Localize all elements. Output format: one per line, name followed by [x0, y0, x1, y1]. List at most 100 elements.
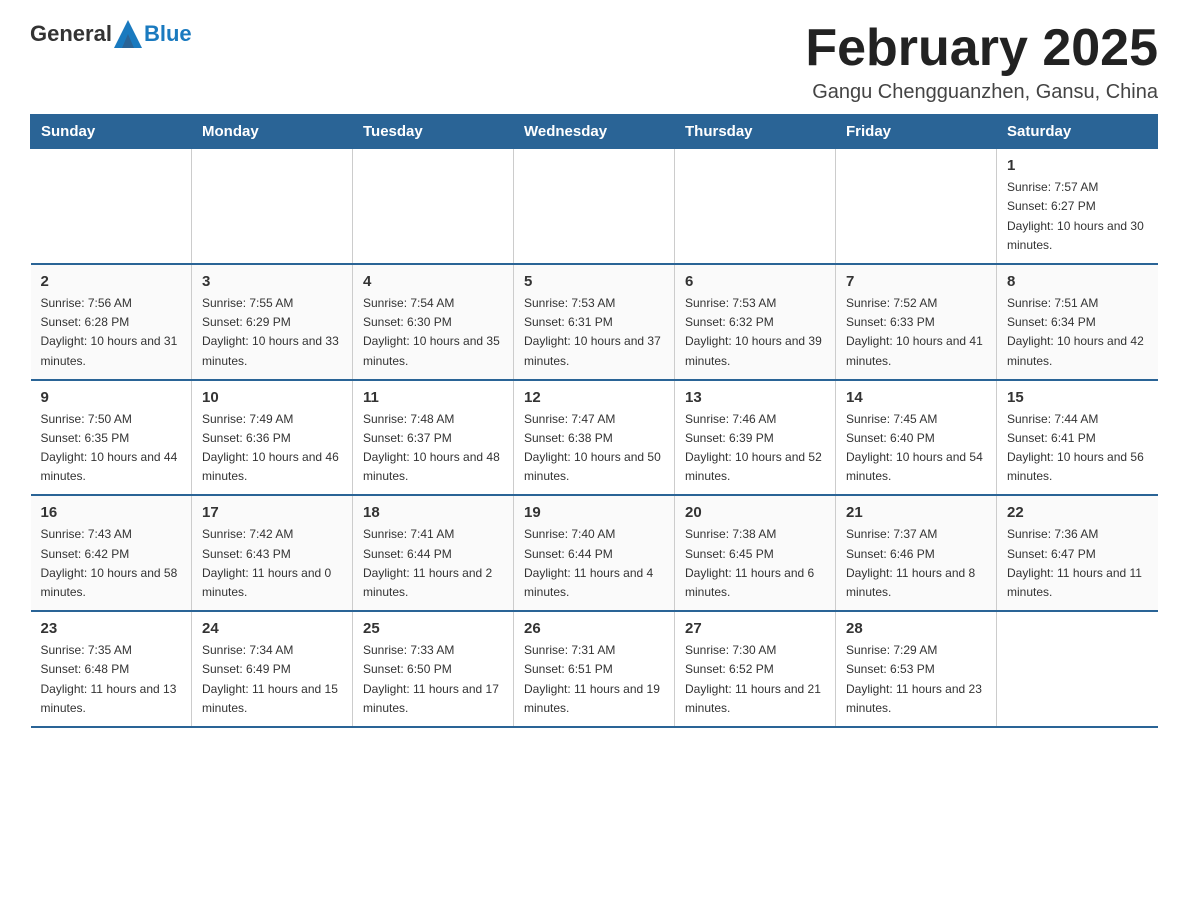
calendar-header-row: Sunday Monday Tuesday Wednesday Thursday…: [31, 115, 1158, 149]
day-info: Sunrise: 7:53 AMSunset: 6:32 PMDaylight:…: [685, 294, 825, 371]
title-block: February 2025 Gangu Chengguanzhen, Gansu…: [805, 20, 1158, 104]
day-number: 7: [846, 273, 986, 290]
calendar-cell: 14 Sunrise: 7:45 AMSunset: 6:40 PMDayligh…: [836, 380, 997, 496]
calendar-cell: 9Sunrise: 7:50 AMSunset: 6:35 PMDaylight…: [31, 380, 192, 496]
day-number: 17: [202, 504, 342, 521]
logo: General Blue: [30, 20, 192, 48]
header-tuesday: Tuesday: [353, 115, 514, 149]
day-info: Sunrise: 7:44 AMSunset: 6:41 PMDaylight:…: [1007, 410, 1148, 487]
day-number: 8: [1007, 273, 1148, 290]
calendar-cell: [353, 149, 514, 264]
calendar-cell: [997, 611, 1158, 727]
week-row-5: 23 Sunrise: 7:35 AMSunset: 6:48 PMDayligh…: [31, 611, 1158, 727]
day-info: Sunrise: 7:53 AMSunset: 6:31 PMDaylight:…: [524, 294, 664, 371]
header-wednesday: Wednesday: [514, 115, 675, 149]
day-info: Sunrise: 7:54 AMSunset: 6:30 PMDaylight:…: [363, 294, 503, 371]
calendar-cell: 22 Sunrise: 7:36 AMSunset: 6:47 PMDayligh…: [997, 495, 1158, 611]
day-info: Sunrise: 7:56 AMSunset: 6:28 PMDaylight:…: [41, 294, 182, 371]
calendar-cell: 1 Sunrise: 7:57 AMSunset: 6:27 PMDaylight…: [997, 149, 1158, 264]
day-number: 15: [1007, 389, 1148, 406]
day-info: Sunrise: 7:30 AMSunset: 6:52 PMDaylight:…: [685, 641, 825, 718]
header-thursday: Thursday: [675, 115, 836, 149]
header-friday: Friday: [836, 115, 997, 149]
day-number: 13: [685, 389, 825, 406]
week-row-3: 9Sunrise: 7:50 AMSunset: 6:35 PMDaylight…: [31, 380, 1158, 496]
calendar-cell: [836, 149, 997, 264]
day-number: 20: [685, 504, 825, 521]
day-info: Sunrise: 7:52 AMSunset: 6:33 PMDaylight:…: [846, 294, 986, 371]
day-number: 27: [685, 620, 825, 637]
day-info: Sunrise: 7:36 AMSunset: 6:47 PMDaylight:…: [1007, 525, 1148, 602]
calendar-cell: 28Sunrise: 7:29 AMSunset: 6:53 PMDayligh…: [836, 611, 997, 727]
week-row-2: 2 Sunrise: 7:56 AMSunset: 6:28 PMDaylight…: [31, 264, 1158, 380]
day-info: Sunrise: 7:37 AMSunset: 6:46 PMDaylight:…: [846, 525, 986, 602]
day-info: Sunrise: 7:33 AMSunset: 6:50 PMDaylight:…: [363, 641, 503, 718]
calendar-cell: 4 Sunrise: 7:54 AMSunset: 6:30 PMDaylight…: [353, 264, 514, 380]
logo-general-text: General: [30, 21, 112, 47]
calendar-cell: 23 Sunrise: 7:35 AMSunset: 6:48 PMDayligh…: [31, 611, 192, 727]
logo-blue-text: Blue: [144, 21, 192, 47]
day-number: 23: [41, 620, 182, 637]
day-info: Sunrise: 7:41 AMSunset: 6:44 PMDaylight:…: [363, 525, 503, 602]
day-info: Sunrise: 7:35 AMSunset: 6:48 PMDaylight:…: [41, 641, 182, 718]
day-number: 4: [363, 273, 503, 290]
day-info: Sunrise: 7:34 AMSunset: 6:49 PMDaylight:…: [202, 641, 342, 718]
calendar-cell: 6 Sunrise: 7:53 AMSunset: 6:32 PMDaylight…: [675, 264, 836, 380]
calendar-cell: 26 Sunrise: 7:31 AMSunset: 6:51 PMDayligh…: [514, 611, 675, 727]
header-saturday: Saturday: [997, 115, 1158, 149]
day-number: 18: [363, 504, 503, 521]
day-number: 5: [524, 273, 664, 290]
day-info: Sunrise: 7:48 AMSunset: 6:37 PMDaylight:…: [363, 410, 503, 487]
header-sunday: Sunday: [31, 115, 192, 149]
day-info: Sunrise: 7:51 AMSunset: 6:34 PMDaylight:…: [1007, 294, 1148, 371]
calendar-cell: [31, 149, 192, 264]
calendar-cell: 18 Sunrise: 7:41 AMSunset: 6:44 PMDayligh…: [353, 495, 514, 611]
page-header: General Blue February 2025 Gangu Chenggu…: [30, 20, 1158, 104]
day-number: 26: [524, 620, 664, 637]
calendar-cell: 21 Sunrise: 7:37 AMSunset: 6:46 PMDayligh…: [836, 495, 997, 611]
location-subtitle: Gangu Chengguanzhen, Gansu, China: [805, 81, 1158, 104]
calendar-cell: 24 Sunrise: 7:34 AMSunset: 6:49 PMDayligh…: [192, 611, 353, 727]
calendar-cell: 7 Sunrise: 7:52 AMSunset: 6:33 PMDaylight…: [836, 264, 997, 380]
day-number: 16: [41, 504, 182, 521]
day-info: Sunrise: 7:55 AMSunset: 6:29 PMDaylight:…: [202, 294, 342, 371]
day-info: Sunrise: 7:47 AMSunset: 6:38 PMDaylight:…: [524, 410, 664, 487]
day-info: Sunrise: 7:49 AMSunset: 6:36 PMDaylight:…: [202, 410, 342, 487]
day-number: 9: [41, 389, 182, 406]
calendar-cell: 3 Sunrise: 7:55 AMSunset: 6:29 PMDaylight…: [192, 264, 353, 380]
day-info: Sunrise: 7:38 AMSunset: 6:45 PMDaylight:…: [685, 525, 825, 602]
day-number: 2: [41, 273, 182, 290]
day-number: 24: [202, 620, 342, 637]
calendar-cell: 8 Sunrise: 7:51 AMSunset: 6:34 PMDaylight…: [997, 264, 1158, 380]
week-row-1: 1 Sunrise: 7:57 AMSunset: 6:27 PMDaylight…: [31, 149, 1158, 264]
week-row-4: 16 Sunrise: 7:43 AMSunset: 6:42 PMDayligh…: [31, 495, 1158, 611]
calendar-cell: 20 Sunrise: 7:38 AMSunset: 6:45 PMDayligh…: [675, 495, 836, 611]
day-info: Sunrise: 7:45 AMSunset: 6:40 PMDaylight:…: [846, 410, 986, 487]
calendar-cell: 15 Sunrise: 7:44 AMSunset: 6:41 PMDayligh…: [997, 380, 1158, 496]
day-info: Sunrise: 7:31 AMSunset: 6:51 PMDaylight:…: [524, 641, 664, 718]
calendar-cell: 5 Sunrise: 7:53 AMSunset: 6:31 PMDaylight…: [514, 264, 675, 380]
day-number: 3: [202, 273, 342, 290]
day-number: 11: [363, 389, 503, 406]
calendar-cell: 17Sunrise: 7:42 AMSunset: 6:43 PMDayligh…: [192, 495, 353, 611]
day-number: 25: [363, 620, 503, 637]
day-number: 12: [524, 389, 664, 406]
day-number: 21: [846, 504, 986, 521]
day-info: Sunrise: 7:57 AMSunset: 6:27 PMDaylight:…: [1007, 178, 1148, 255]
day-number: 6: [685, 273, 825, 290]
day-number: 1: [1007, 157, 1148, 174]
calendar-cell: 2 Sunrise: 7:56 AMSunset: 6:28 PMDaylight…: [31, 264, 192, 380]
day-info: Sunrise: 7:40 AMSunset: 6:44 PMDaylight:…: [524, 525, 664, 602]
header-monday: Monday: [192, 115, 353, 149]
calendar-cell: 19Sunrise: 7:40 AMSunset: 6:44 PMDayligh…: [514, 495, 675, 611]
calendar-cell: 11 Sunrise: 7:48 AMSunset: 6:37 PMDayligh…: [353, 380, 514, 496]
calendar-cell: 27 Sunrise: 7:30 AMSunset: 6:52 PMDayligh…: [675, 611, 836, 727]
day-info: Sunrise: 7:46 AMSunset: 6:39 PMDaylight:…: [685, 410, 825, 487]
calendar-cell: 12 Sunrise: 7:47 AMSunset: 6:38 PMDayligh…: [514, 380, 675, 496]
day-number: 10: [202, 389, 342, 406]
day-info: Sunrise: 7:43 AMSunset: 6:42 PMDaylight:…: [41, 525, 182, 602]
calendar-cell: [514, 149, 675, 264]
day-number: 22: [1007, 504, 1148, 521]
calendar-cell: [192, 149, 353, 264]
day-number: 14: [846, 389, 986, 406]
